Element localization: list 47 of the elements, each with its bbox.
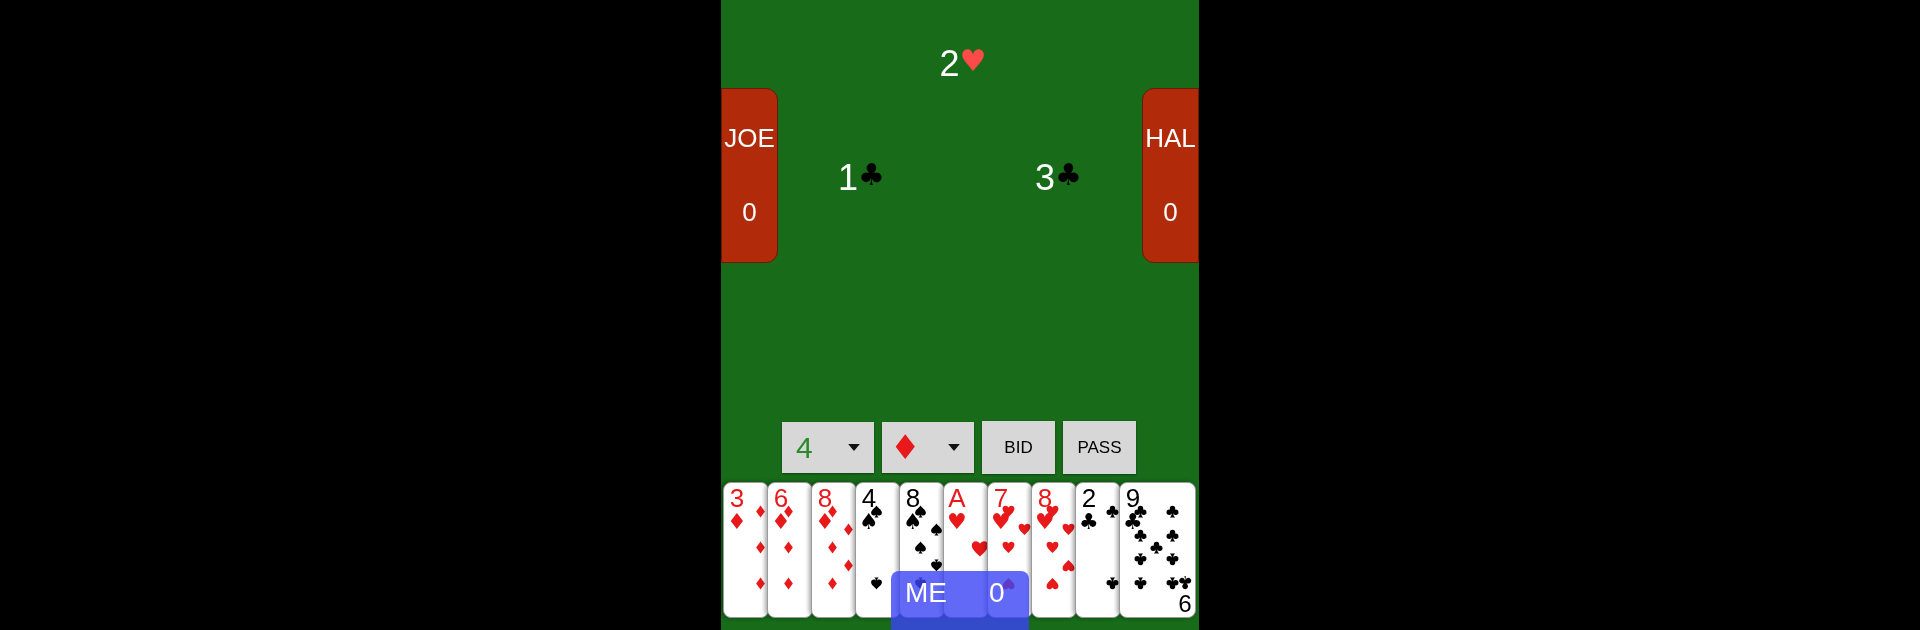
action-button[interactable]: BID — [982, 421, 1055, 474]
card-suit: ♠ — [859, 511, 879, 533]
card-suit: ♥ — [947, 511, 967, 533]
bid-number: 3 — [1035, 160, 1056, 196]
player-score: 0 — [742, 196, 757, 230]
card-suit: ♦ — [771, 511, 791, 533]
card-rank: 2 — [1081, 485, 1097, 511]
player-score: 0 — [1163, 196, 1178, 230]
card-suit: ♣ — [1079, 511, 1099, 533]
playing-card[interactable]: 6 ♦ — [767, 482, 813, 618]
card-rank: 8 — [905, 485, 921, 511]
card-suit: ♥ — [1035, 511, 1055, 533]
playing-card[interactable]: 2 ♣ — [1075, 482, 1121, 618]
card-rank: 7 — [993, 485, 1009, 511]
card-suit: ♦ — [727, 511, 747, 533]
bid-suit: ♣ — [858, 160, 885, 190]
suit-dropdown[interactable]: ♦ — [882, 422, 974, 473]
card-rank: 4 — [861, 485, 877, 511]
card-rank: 3 — [729, 485, 745, 511]
card-rank: 8 — [817, 485, 833, 511]
playing-card[interactable]: 3 ♦ — [723, 482, 769, 618]
playing-card[interactable]: 8 ♥ — [1031, 482, 1077, 618]
card-rank: 8 — [1037, 485, 1053, 511]
player-score: 0 — [989, 579, 1005, 607]
bid-number: 1 — [838, 160, 859, 196]
card-rank: 6 — [773, 485, 789, 511]
card-rank: 9 — [1125, 485, 1141, 511]
card-suit: ♥ — [991, 511, 1011, 533]
action-button[interactable]: PASS — [1063, 421, 1136, 474]
playing-card[interactable]: 9 ♣ 9 ♣ — [1119, 482, 1196, 618]
card-rank: 9 — [1178, 591, 1192, 615]
card-rank: A — [948, 485, 966, 511]
caret-icon — [948, 444, 960, 451]
bid-suit: ♣ — [1055, 160, 1082, 190]
caret-icon — [848, 444, 860, 451]
player-name: JOE — [724, 121, 775, 155]
card-suit: ♦ — [815, 511, 835, 533]
bid-number: 2 — [939, 46, 960, 82]
bid-suit: ♥ — [959, 46, 987, 76]
card-suit: ♠ — [903, 511, 923, 533]
player-name: HAL — [1145, 121, 1196, 155]
playing-card[interactable]: 4 ♠ — [855, 482, 901, 618]
card-suit: ♣ — [1123, 511, 1143, 533]
rank-dropdown[interactable]: 4 — [782, 422, 874, 473]
playing-card[interactable]: 8 ♦ — [811, 482, 857, 618]
pips-drawing — [971, 540, 989, 558]
card-suit: ♣ — [1176, 573, 1193, 591]
